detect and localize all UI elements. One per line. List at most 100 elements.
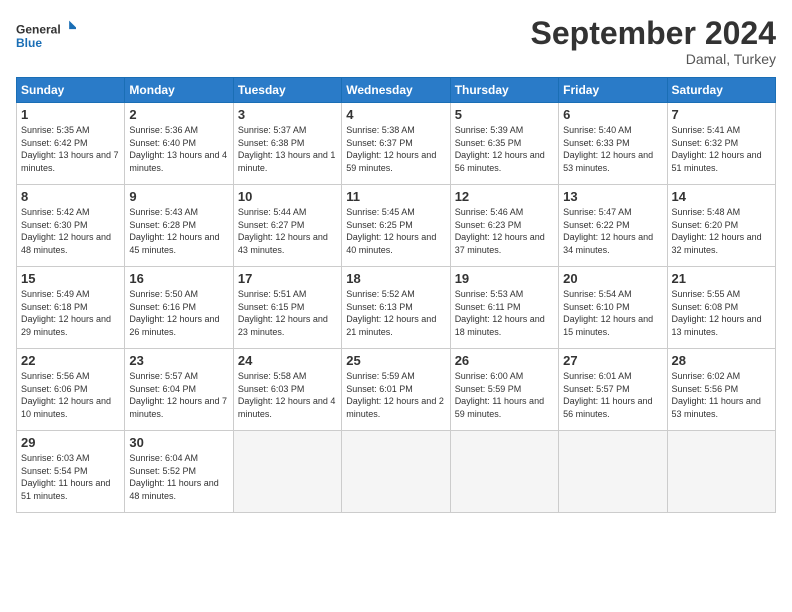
header-row: Sunday Monday Tuesday Wednesday Thursday… [17,78,776,103]
day-number: 26 [455,353,554,368]
calendar-cell [233,431,341,513]
day-info: Sunrise: 5:37 AMSunset: 6:38 PMDaylight:… [238,124,337,174]
day-info: Sunrise: 5:51 AMSunset: 6:15 PMDaylight:… [238,288,337,338]
day-number: 21 [672,271,771,286]
day-info: Sunrise: 5:54 AMSunset: 6:10 PMDaylight:… [563,288,662,338]
day-number: 19 [455,271,554,286]
day-info: Sunrise: 5:56 AMSunset: 6:06 PMDaylight:… [21,370,120,420]
day-number: 10 [238,189,337,204]
day-info: Sunrise: 5:44 AMSunset: 6:27 PMDaylight:… [238,206,337,256]
calendar-cell: 4 Sunrise: 5:38 AMSunset: 6:37 PMDayligh… [342,103,450,185]
day-info: Sunrise: 5:41 AMSunset: 6:32 PMDaylight:… [672,124,771,174]
col-saturday: Saturday [667,78,775,103]
day-info: Sunrise: 5:39 AMSunset: 6:35 PMDaylight:… [455,124,554,174]
day-info: Sunrise: 5:45 AMSunset: 6:25 PMDaylight:… [346,206,445,256]
day-number: 7 [672,107,771,122]
table-row: 15 Sunrise: 5:49 AMSunset: 6:18 PMDaylig… [17,267,776,349]
day-number: 29 [21,435,120,450]
day-info: Sunrise: 6:00 AMSunset: 5:59 PMDaylight:… [455,370,554,420]
day-number: 15 [21,271,120,286]
day-info: Sunrise: 5:50 AMSunset: 6:16 PMDaylight:… [129,288,228,338]
day-info: Sunrise: 5:43 AMSunset: 6:28 PMDaylight:… [129,206,228,256]
calendar-cell: 6 Sunrise: 5:40 AMSunset: 6:33 PMDayligh… [559,103,667,185]
calendar-cell: 21 Sunrise: 5:55 AMSunset: 6:08 PMDaylig… [667,267,775,349]
calendar-cell: 27 Sunrise: 6:01 AMSunset: 5:57 PMDaylig… [559,349,667,431]
calendar-cell [450,431,558,513]
calendar-cell: 12 Sunrise: 5:46 AMSunset: 6:23 PMDaylig… [450,185,558,267]
day-number: 24 [238,353,337,368]
day-info: Sunrise: 6:02 AMSunset: 5:56 PMDaylight:… [672,370,771,420]
day-number: 30 [129,435,228,450]
table-row: 22 Sunrise: 5:56 AMSunset: 6:06 PMDaylig… [17,349,776,431]
calendar-cell: 22 Sunrise: 5:56 AMSunset: 6:06 PMDaylig… [17,349,125,431]
calendar-cell: 11 Sunrise: 5:45 AMSunset: 6:25 PMDaylig… [342,185,450,267]
calendar-cell: 20 Sunrise: 5:54 AMSunset: 6:10 PMDaylig… [559,267,667,349]
subtitle: Damal, Turkey [531,51,776,67]
calendar-cell: 17 Sunrise: 5:51 AMSunset: 6:15 PMDaylig… [233,267,341,349]
day-info: Sunrise: 5:55 AMSunset: 6:08 PMDaylight:… [672,288,771,338]
calendar-cell: 13 Sunrise: 5:47 AMSunset: 6:22 PMDaylig… [559,185,667,267]
calendar-cell: 1 Sunrise: 5:35 AMSunset: 6:42 PMDayligh… [17,103,125,185]
calendar-cell: 16 Sunrise: 5:50 AMSunset: 6:16 PMDaylig… [125,267,233,349]
day-info: Sunrise: 6:01 AMSunset: 5:57 PMDaylight:… [563,370,662,420]
calendar-cell: 18 Sunrise: 5:52 AMSunset: 6:13 PMDaylig… [342,267,450,349]
day-number: 13 [563,189,662,204]
day-info: Sunrise: 5:36 AMSunset: 6:40 PMDaylight:… [129,124,228,174]
day-number: 23 [129,353,228,368]
calendar-cell [667,431,775,513]
day-info: Sunrise: 5:38 AMSunset: 6:37 PMDaylight:… [346,124,445,174]
day-number: 11 [346,189,445,204]
day-info: Sunrise: 5:59 AMSunset: 6:01 PMDaylight:… [346,370,445,420]
calendar-table: Sunday Monday Tuesday Wednesday Thursday… [16,77,776,513]
day-number: 2 [129,107,228,122]
day-info: Sunrise: 5:46 AMSunset: 6:23 PMDaylight:… [455,206,554,256]
calendar-cell: 28 Sunrise: 6:02 AMSunset: 5:56 PMDaylig… [667,349,775,431]
day-number: 27 [563,353,662,368]
day-info: Sunrise: 5:47 AMSunset: 6:22 PMDaylight:… [563,206,662,256]
calendar-cell: 14 Sunrise: 5:48 AMSunset: 6:20 PMDaylig… [667,185,775,267]
day-number: 16 [129,271,228,286]
col-sunday: Sunday [17,78,125,103]
calendar-cell: 30 Sunrise: 6:04 AMSunset: 5:52 PMDaylig… [125,431,233,513]
calendar-cell: 5 Sunrise: 5:39 AMSunset: 6:35 PMDayligh… [450,103,558,185]
calendar-cell: 15 Sunrise: 5:49 AMSunset: 6:18 PMDaylig… [17,267,125,349]
day-number: 18 [346,271,445,286]
day-number: 1 [21,107,120,122]
svg-text:Blue: Blue [16,36,42,50]
calendar-cell: 9 Sunrise: 5:43 AMSunset: 6:28 PMDayligh… [125,185,233,267]
day-info: Sunrise: 5:53 AMSunset: 6:11 PMDaylight:… [455,288,554,338]
calendar-cell: 24 Sunrise: 5:58 AMSunset: 6:03 PMDaylig… [233,349,341,431]
calendar-cell: 23 Sunrise: 5:57 AMSunset: 6:04 PMDaylig… [125,349,233,431]
calendar-cell: 10 Sunrise: 5:44 AMSunset: 6:27 PMDaylig… [233,185,341,267]
title-block: September 2024 Damal, Turkey [531,16,776,67]
logo-svg: General Blue [16,16,76,56]
header: General Blue September 2024 Damal, Turke… [16,16,776,67]
calendar-cell: 26 Sunrise: 6:00 AMSunset: 5:59 PMDaylig… [450,349,558,431]
col-monday: Monday [125,78,233,103]
day-number: 28 [672,353,771,368]
day-info: Sunrise: 5:42 AMSunset: 6:30 PMDaylight:… [21,206,120,256]
col-friday: Friday [559,78,667,103]
day-info: Sunrise: 5:57 AMSunset: 6:04 PMDaylight:… [129,370,228,420]
calendar-cell: 19 Sunrise: 5:53 AMSunset: 6:11 PMDaylig… [450,267,558,349]
col-thursday: Thursday [450,78,558,103]
day-number: 5 [455,107,554,122]
calendar-cell [342,431,450,513]
page: General Blue September 2024 Damal, Turke… [0,0,792,612]
day-number: 25 [346,353,445,368]
day-number: 20 [563,271,662,286]
calendar-cell: 7 Sunrise: 5:41 AMSunset: 6:32 PMDayligh… [667,103,775,185]
calendar-cell: 25 Sunrise: 5:59 AMSunset: 6:01 PMDaylig… [342,349,450,431]
calendar-cell [559,431,667,513]
table-row: 1 Sunrise: 5:35 AMSunset: 6:42 PMDayligh… [17,103,776,185]
day-number: 14 [672,189,771,204]
table-row: 8 Sunrise: 5:42 AMSunset: 6:30 PMDayligh… [17,185,776,267]
calendar-cell: 8 Sunrise: 5:42 AMSunset: 6:30 PMDayligh… [17,185,125,267]
col-wednesday: Wednesday [342,78,450,103]
day-number: 17 [238,271,337,286]
day-number: 9 [129,189,228,204]
day-number: 22 [21,353,120,368]
svg-text:General: General [16,22,61,36]
calendar-cell: 2 Sunrise: 5:36 AMSunset: 6:40 PMDayligh… [125,103,233,185]
month-title: September 2024 [531,16,776,51]
